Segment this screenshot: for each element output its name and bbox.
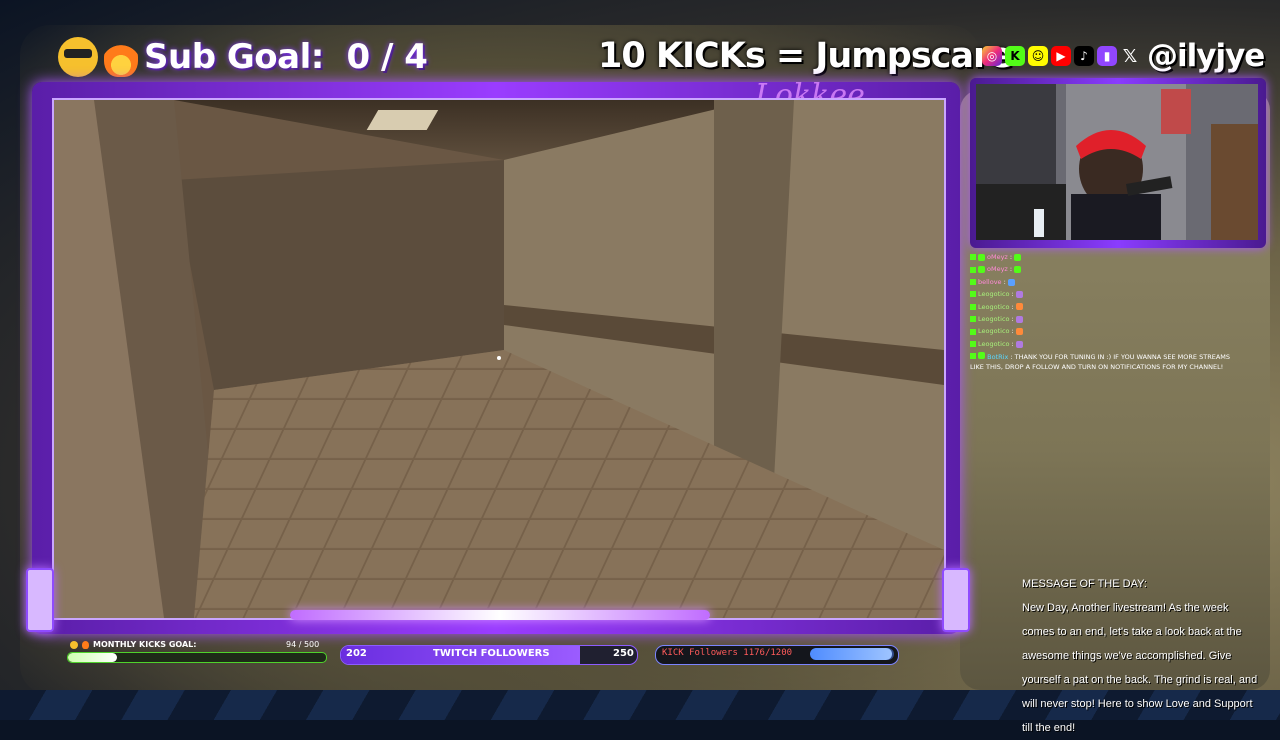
webcam-scene <box>976 84 1258 240</box>
badge-icon <box>978 266 985 274</box>
kick-followers-fill <box>810 648 893 660</box>
emote-icon <box>1014 253 1022 261</box>
webcam-feed <box>976 84 1258 240</box>
social-handles: ◎ K ☺ ▶ ♪ ▮ 𝕏 @ilyjye <box>982 38 1265 74</box>
sunglasses-emoji-icon <box>58 37 98 77</box>
game-scene <box>54 100 944 618</box>
sub-goal: Sub Goal: 0 / 4 <box>58 35 428 79</box>
instagram-icon: ◎ <box>982 46 1002 66</box>
chat-username: Leogotico <box>978 302 1010 311</box>
kicks-goal-progress-fill <box>68 653 117 662</box>
chat-separator: : <box>1011 339 1014 348</box>
frame-badge-left <box>26 568 54 632</box>
emote-icon <box>1015 290 1023 298</box>
twitch-followers-label: TWITCH FOLLOWERS <box>433 648 550 659</box>
kick-badge-icon <box>970 254 976 261</box>
game-capture <box>52 98 946 620</box>
chat-separator: : <box>1011 302 1014 311</box>
fire-emoji-icon <box>104 37 138 77</box>
emote-icon <box>1015 303 1023 311</box>
streamer-handle: @ilyjye <box>1147 38 1265 74</box>
tiktok-icon: ♪ <box>1074 46 1094 66</box>
badge-icon <box>978 352 986 360</box>
chat-separator: : <box>1011 315 1014 324</box>
chat-message: oMeyz : <box>970 251 1240 263</box>
motd-title: MESSAGE OF THE DAY: <box>1022 578 1147 590</box>
chat-username: oMeyz <box>987 253 1008 261</box>
twitch-icon: ▮ <box>1097 46 1117 66</box>
chat-username: bellove <box>978 277 1002 286</box>
kick-badge-icon <box>970 328 976 335</box>
chat-message: Leogotico : <box>970 288 1240 300</box>
crosshair <box>497 356 501 360</box>
bot-message-text: : THANK YOU FOR TUNING IN :) IF YOU WANN… <box>970 353 1230 372</box>
kick-badge-icon <box>970 353 976 360</box>
badge-icon <box>978 253 985 261</box>
bot-username: BotRix <box>987 353 1009 362</box>
kick-icon: K <box>1005 46 1025 66</box>
kick-badge-icon <box>970 341 976 348</box>
chat-separator: : <box>1011 327 1014 336</box>
chat-message: bellove : <box>970 276 1240 288</box>
sunglasses-emoji-icon <box>70 640 78 649</box>
chat-message: oMeyz : <box>970 263 1240 275</box>
motd-body: New Day, Another livestream! As the week… <box>1022 602 1258 734</box>
kick-badge-icon <box>970 303 976 310</box>
youtube-icon: ▶ <box>1051 46 1071 66</box>
chat-username: Leogotico <box>978 327 1010 336</box>
kick-badge-icon <box>970 266 976 273</box>
chat-separator: : <box>1009 265 1013 274</box>
chat-panel: oMeyz : oMeyz : bellove : Leogotico : Le… <box>970 251 1240 372</box>
kicks-goal-progress-bar <box>67 652 327 663</box>
twitch-followers-goal: 250 <box>613 648 634 659</box>
chat-separator: : <box>1003 277 1006 286</box>
kick-badge-icon <box>970 316 976 323</box>
kick-badge-icon <box>970 279 976 286</box>
snapchat-icon: ☺ <box>1028 46 1048 66</box>
sub-goal-text: Sub Goal: 0 / 4 <box>144 37 428 77</box>
chat-separator: : <box>1009 253 1013 261</box>
fire-emoji-icon <box>82 640 89 649</box>
kicks-goal-label: MONTHLY KICKS GOAL: <box>93 640 197 649</box>
chat-username: Leogotico <box>978 339 1010 348</box>
chat-message: Leogotico : <box>970 338 1240 350</box>
chat-message: Leogotico : <box>970 313 1240 325</box>
kick-followers-label: KICK Followers 1176/1200 <box>662 648 793 658</box>
emote-icon <box>1015 328 1023 336</box>
neon-bottom-bar <box>290 610 710 620</box>
chat-message: Leogotico : <box>970 301 1240 313</box>
frame-badge-right <box>942 568 970 632</box>
chat-message: Leogotico : <box>970 325 1240 337</box>
ceiling-light <box>366 110 439 130</box>
monthly-kicks-goal: MONTHLY KICKS GOAL: <box>70 640 196 649</box>
bot-message: BotRix : THANK YOU FOR TUNING IN :) IF Y… <box>970 352 1240 372</box>
chat-username: Leogotico <box>978 315 1010 324</box>
emote-icon <box>1014 266 1022 274</box>
x-icon: 𝕏 <box>1122 45 1138 67</box>
emote-icon <box>1015 340 1023 348</box>
chat-username: oMeyz <box>987 265 1008 274</box>
kicks-jumpscare-banner: 10 KICKs = Jumpscare <box>598 36 1013 76</box>
kick-badge-icon <box>970 291 976 298</box>
twitch-followers-current: 202 <box>346 648 367 659</box>
emote-icon <box>1007 278 1015 286</box>
emote-icon <box>1015 315 1023 323</box>
kick-followers-track <box>810 648 894 660</box>
message-of-the-day: MESSAGE OF THE DAY: New Day, Another liv… <box>1022 572 1258 740</box>
kicks-goal-count: 94 / 500 <box>286 640 320 649</box>
chat-username: Leogotico <box>978 290 1010 299</box>
chat-separator: : <box>1011 290 1014 299</box>
